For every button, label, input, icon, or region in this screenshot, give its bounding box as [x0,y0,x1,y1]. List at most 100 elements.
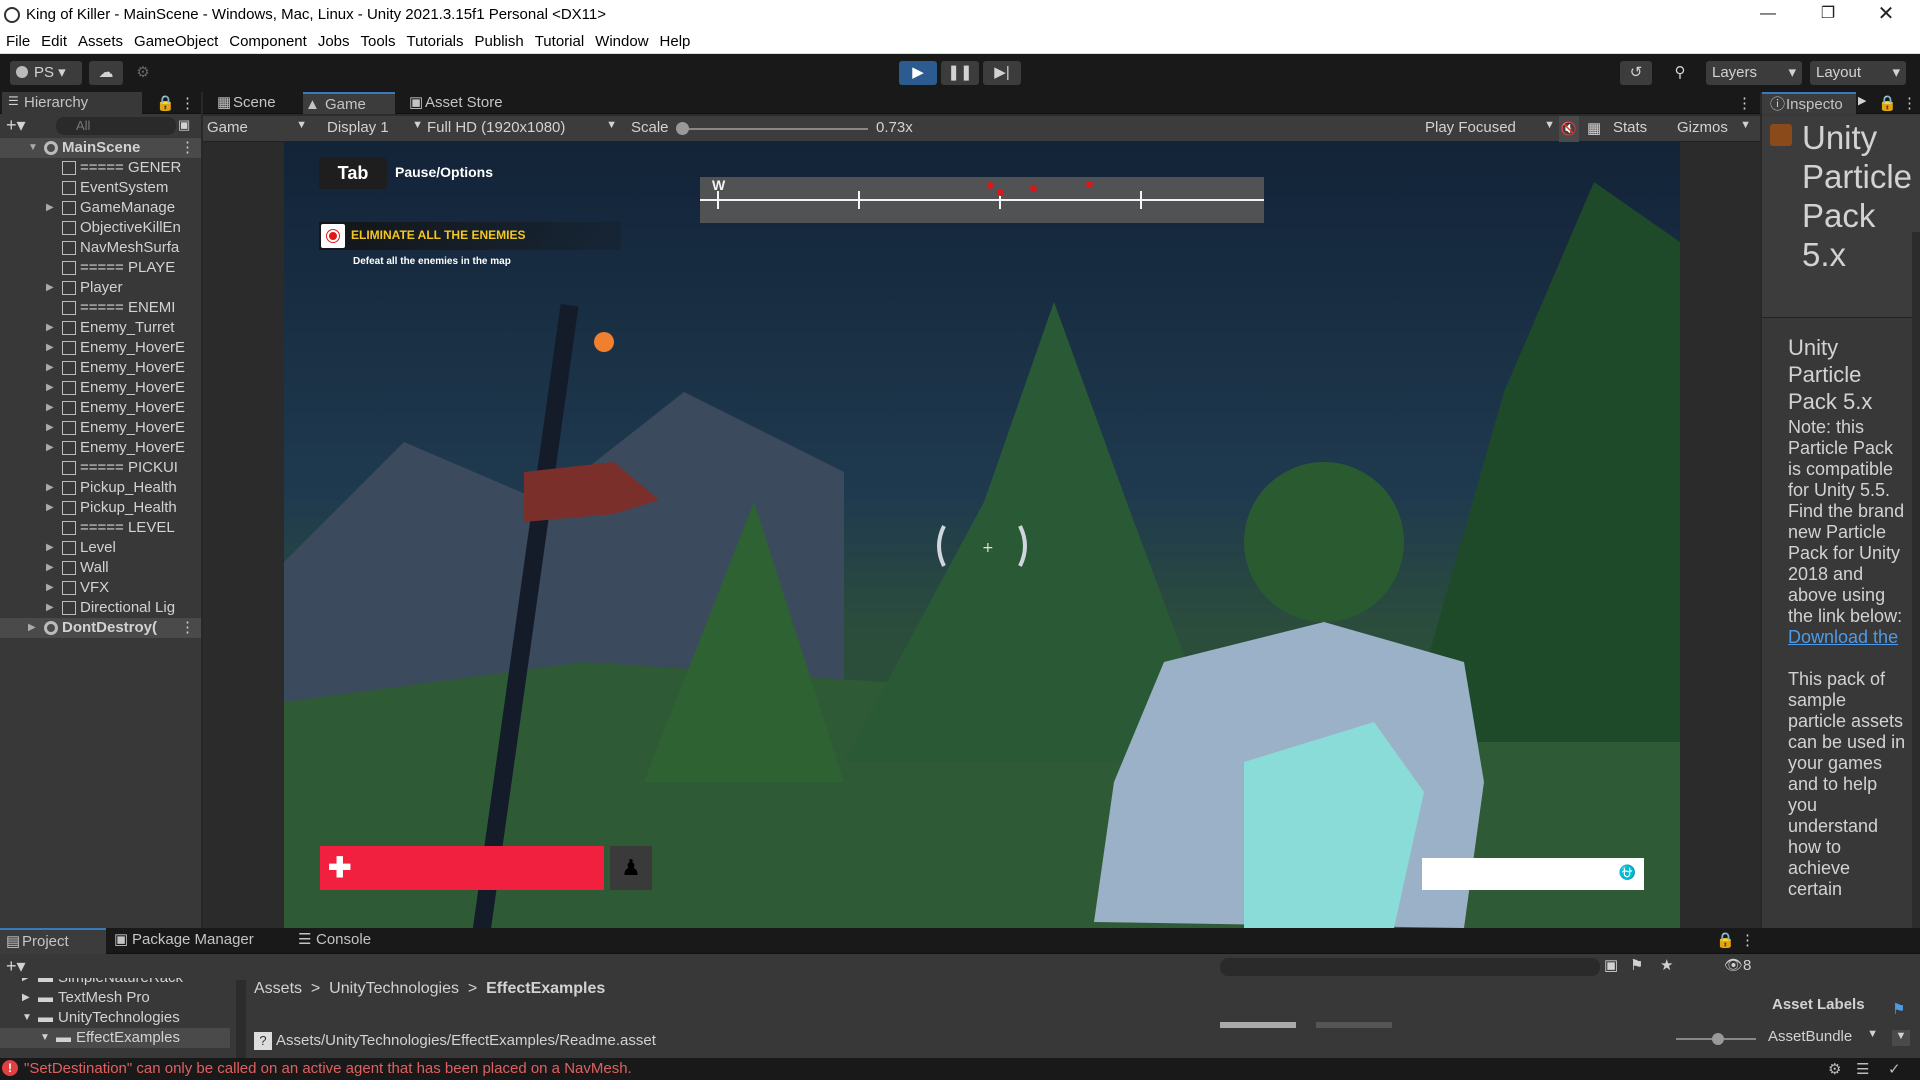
hierarchy-item[interactable]: ===== PICKUI [0,458,201,478]
tab-game[interactable]: ▲ Game [303,92,395,114]
add-icon[interactable]: +▾ [6,115,26,136]
filter-icon[interactable]: ▣ [178,117,190,133]
chevron-down-icon[interactable]: ▼ [28,138,38,158]
chevron-right-icon[interactable]: ▶ [46,478,54,498]
tag-icon[interactable]: ⚑ [1892,1000,1905,1018]
restore-button[interactable]: ❐ [1800,0,1856,30]
stats-button[interactable]: Stats [1613,119,1647,136]
chevron-right-icon[interactable]: ▶ [46,338,54,358]
project-folder-item[interactable]: ▶ ▬ SimpleNatureRack [0,978,230,988]
chevron-right-icon[interactable]: ▶ [46,578,54,598]
hierarchy-item[interactable]: NavMeshSurfa [0,238,201,258]
chevron-down-icon[interactable]: ▼ [40,1032,50,1043]
tab-asset-store[interactable]: ▣ Asset Store [403,92,523,114]
search-by-type-icon[interactable]: ▣ [1604,956,1618,974]
layers-dropdown[interactable]: Layers ▾ [1706,61,1802,85]
hidden-packages-icon[interactable]: 👁8 [1724,956,1751,974]
chevron-right-icon[interactable]: ▶ [46,598,54,618]
search-by-label-icon[interactable]: ⚑ [1630,956,1643,974]
menu-item-tutorial[interactable]: Tutorial [529,30,589,50]
asset-bundle-variant-dropdown[interactable]: ▼ [1892,1030,1910,1046]
chevron-right-icon[interactable]: ▶ [46,278,54,298]
chevron-right-icon[interactable]: ▶ [28,618,36,638]
more-icon[interactable]: ⋮ [180,94,195,112]
menu-item-jobs[interactable]: Jobs [312,30,355,50]
close-button[interactable]: ✕ [1858,0,1914,30]
search-icon[interactable]: ⚲ [1664,61,1696,85]
stats-grid-icon[interactable]: ▦ [1587,119,1601,137]
menu-item-publish[interactable]: Publish [469,30,529,50]
more-icon[interactable]: ⋮ [1737,94,1752,112]
hierarchy-item[interactable]: ===== PLAYE [0,258,201,278]
scale-slider-thumb[interactable] [676,122,689,135]
hierarchy-item[interactable]: ▶ Enemy_HoverE [0,418,201,438]
hierarchy-item[interactable]: ▶ Pickup_Health [0,498,201,518]
resolution-dropdown[interactable]: Full HD (1920x1080) ▼ [427,119,617,136]
display-dropdown[interactable]: Display 1 ▼ [327,119,423,136]
hierarchy-item[interactable]: ▶ Enemy_HoverE [0,358,201,378]
hierarchy-item[interactable]: ▶ Enemy_HoverE [0,338,201,358]
menu-item-window[interactable]: Window [589,30,653,50]
mute-audio-icon[interactable]: 🔇 [1559,116,1579,142]
asset-bundle-dropdown[interactable]: AssetBundle ▼ [1768,1028,1878,1045]
chevron-right-icon[interactable]: ▶ [46,358,54,378]
cloud-icon[interactable]: ☁ [89,61,123,85]
menu-item-gameobject[interactable]: GameObject [128,30,223,50]
project-search-input[interactable] [1220,958,1600,976]
project-folder-item[interactable]: ▶ ▬ TextMesh Pro [0,988,230,1008]
play-focused-dropdown[interactable]: Play Focused ▼ [1425,119,1555,136]
download-link[interactable]: Download the [1788,627,1908,648]
account-dropdown[interactable]: PS ▾ [10,61,82,85]
hierarchy-item[interactable]: ▶ Pickup_Health [0,478,201,498]
lock-icon[interactable]: 🔒 [1878,94,1897,112]
hierarchy-item[interactable]: ===== GENER [0,158,201,178]
hierarchy-item[interactable]: ▶ GameManage [0,198,201,218]
chevron-right-icon[interactable]: ▶ [46,198,54,218]
game-mode-dropdown[interactable]: Game ▼ [207,119,311,136]
check-icon[interactable]: ✓ [1888,1060,1901,1078]
breadcrumb-item[interactable]: EffectExamples [486,980,605,997]
hierarchy-item[interactable]: ▶ Enemy_Turret [0,318,201,338]
play-button[interactable]: ▶ [899,61,937,85]
lock-icon[interactable]: 🔒 [156,94,175,112]
add-asset-icon[interactable]: +▾ [6,956,26,977]
tab-hierarchy[interactable]: Hierarchy [2,92,142,114]
chevron-right-icon[interactable]: ▶ [46,438,54,458]
scale-slider[interactable] [676,122,868,135]
thumbnail-size-thumb[interactable] [1712,1033,1724,1045]
hierarchy-item[interactable]: ▼ MainScene ⋮ [0,138,201,158]
tab-scene[interactable]: ▦ Scene [211,92,311,114]
more-icon[interactable]: ⋮ [1902,94,1917,112]
menu-item-component[interactable]: Component [223,30,312,50]
tab-project[interactable]: ▤ Project [0,928,106,954]
hierarchy-item[interactable]: ObjectiveKillEn [0,218,201,238]
hierarchy-item[interactable]: ▶ Player [0,278,201,298]
minimize-button[interactable]: — [1740,0,1796,30]
layers-status-icon[interactable]: ☰ [1856,1060,1869,1078]
hierarchy-item[interactable]: ▶ Directional Lig [0,598,201,618]
breadcrumb-item[interactable]: UnityTechnologies [329,980,459,997]
chevron-right-icon[interactable]: ▶ [1858,94,1866,107]
layout-dropdown[interactable]: Layout ▾ [1810,61,1906,85]
chevron-right-icon[interactable]: ▶ [22,978,30,983]
menu-item-assets[interactable]: Assets [72,30,128,50]
hierarchy-item[interactable]: ===== ENEMI [0,298,201,318]
tab-package-manager[interactable]: ▣ Package Manager [110,928,290,954]
star-icon[interactable]: ★ [1660,956,1673,974]
debug-icon[interactable]: ⚙ [1828,1060,1841,1078]
chevron-right-icon[interactable]: ▶ [46,418,54,438]
project-folder-item[interactable]: ▼ ▬ EffectExamples [0,1028,230,1048]
chevron-down-icon[interactable]: ▼ [22,1012,32,1023]
asset-thumbnail[interactable] [1316,1022,1392,1028]
more-icon[interactable]: ⋮ [1740,931,1755,949]
hierarchy-item[interactable]: ▶ Wall [0,558,201,578]
lock-icon[interactable]: 🔒 [1716,931,1735,949]
more-icon[interactable]: ⋮ [180,138,195,158]
chevron-right-icon[interactable]: ▶ [46,398,54,418]
gizmos-dropdown[interactable]: Gizmos ▼ [1677,119,1757,136]
chevron-right-icon[interactable]: ▶ [22,992,30,1003]
game-render[interactable]: + Tab Pause/Options W ELIMINATE ALL THE … [284,142,1680,928]
menu-item-help[interactable]: Help [654,30,696,50]
hierarchy-item[interactable]: ▶ Enemy_HoverE [0,438,201,458]
thumbnail-size-slider[interactable] [1676,1033,1756,1045]
